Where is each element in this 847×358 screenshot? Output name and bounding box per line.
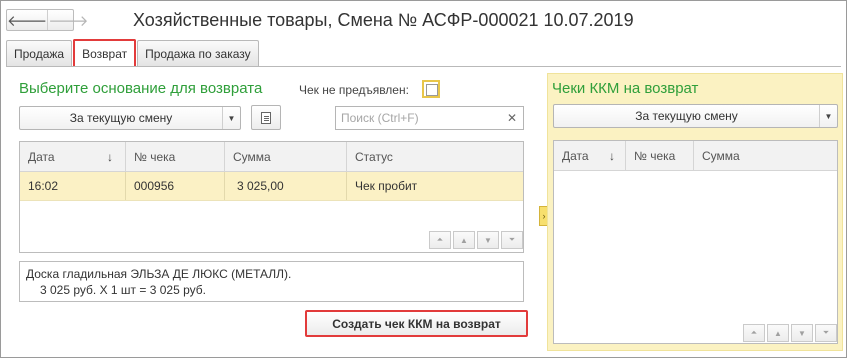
row-date: 16:02 bbox=[20, 172, 126, 200]
column-receipt-number[interactable]: № чека bbox=[626, 141, 694, 170]
forward-arrow-icon[interactable]: 🡒 bbox=[47, 10, 88, 30]
window: 🡐 🡒 Хозяйственные товары, Смена № АСФР-0… bbox=[0, 0, 847, 358]
row-receipt-number: 000956 bbox=[126, 172, 225, 200]
chevron-down-icon[interactable]: ▼ bbox=[819, 105, 837, 127]
column-date-label: Дата bbox=[562, 148, 589, 163]
chevron-down-icon[interactable]: ▼ bbox=[222, 107, 240, 129]
column-date[interactable]: Дата ↓ bbox=[554, 141, 626, 170]
return-basis-heading: Выберите основание для возврата bbox=[19, 80, 263, 97]
item-details: Доска гладильная ЭЛЬЗА ДЕ ЛЮКС (МЕТАЛЛ).… bbox=[19, 261, 524, 302]
return-receipts-heading: Чеки ККМ на возврат bbox=[552, 80, 699, 97]
tab-divider bbox=[6, 66, 841, 67]
row-amount: 3 025,00 bbox=[225, 172, 347, 200]
right-table-pager: ⏶ ▲ ▼ ⏷ bbox=[741, 324, 837, 344]
receipt-not-presented-label: Чек не предъявлен: bbox=[299, 83, 409, 97]
page-up-icon[interactable]: ▲ bbox=[453, 231, 475, 249]
column-status[interactable]: Статус bbox=[347, 142, 523, 171]
first-page-icon[interactable]: ⏶ bbox=[743, 324, 765, 342]
search-field: ✕ bbox=[335, 106, 524, 130]
sort-down-icon: ↓ bbox=[107, 150, 113, 164]
navigation-buttons: 🡐 🡒 bbox=[6, 9, 88, 31]
document-button[interactable] bbox=[251, 105, 281, 130]
window-title: Хозяйственные товары, Смена № АСФР-00002… bbox=[133, 10, 634, 30]
page-down-icon[interactable]: ▼ bbox=[477, 231, 499, 249]
search-input[interactable] bbox=[336, 107, 501, 129]
column-date[interactable]: Дата ↓ bbox=[20, 142, 126, 171]
tab-sale-by-order[interactable]: Продажа по заказу bbox=[137, 40, 259, 66]
row-status: Чек пробит bbox=[355, 179, 418, 193]
last-page-icon[interactable]: ⏷ bbox=[501, 231, 523, 249]
shift-period-select[interactable]: За текущую смену ▼ bbox=[19, 106, 241, 130]
tab-bar: Продажа Возврат Продажа по заказу bbox=[6, 39, 260, 67]
right-shift-period-select[interactable]: За текущую смену ▼ bbox=[553, 104, 838, 128]
receipt-not-presented-checkbox[interactable] bbox=[422, 80, 440, 98]
first-page-icon[interactable]: ⏶ bbox=[429, 231, 451, 249]
page-down-icon[interactable]: ▼ bbox=[791, 324, 813, 342]
details-line-1: Доска гладильная ЭЛЬЗА ДЕ ЛЮКС (МЕТАЛЛ). bbox=[26, 267, 292, 281]
back-arrow-icon[interactable]: 🡐 bbox=[7, 10, 47, 30]
table-row[interactable]: 16:02 000956 3 025,00 Чек пробит bbox=[20, 172, 523, 201]
create-return-receipt-button[interactable]: Создать чек ККМ на возврат bbox=[305, 310, 528, 337]
sort-down-icon: ↓ bbox=[609, 149, 615, 163]
right-shift-period-value: За текущую смену bbox=[635, 109, 738, 123]
column-date-label: Дата bbox=[28, 149, 55, 164]
column-receipt-number[interactable]: № чека bbox=[126, 142, 225, 171]
column-amount[interactable]: Сумма bbox=[694, 141, 837, 170]
tab-return[interactable]: Возврат bbox=[73, 39, 137, 66]
table-header: Дата ↓ № чека Сумма bbox=[554, 141, 837, 171]
last-page-icon[interactable]: ⏷ bbox=[815, 324, 837, 342]
column-amount[interactable]: Сумма bbox=[225, 142, 347, 171]
clear-icon[interactable]: ✕ bbox=[501, 107, 523, 129]
page-up-icon[interactable]: ▲ bbox=[767, 324, 789, 342]
tab-sale[interactable]: Продажа bbox=[6, 40, 73, 66]
document-icon bbox=[261, 111, 271, 124]
details-line-2: 3 025 руб. X 1 шт = 3 025 руб. bbox=[40, 283, 206, 297]
return-receipts-table: Дата ↓ № чека Сумма bbox=[553, 140, 838, 344]
table-header: Дата ↓ № чека Сумма Статус bbox=[20, 142, 523, 172]
table-pager: ⏶ ▲ ▼ ⏷ bbox=[427, 231, 523, 251]
shift-period-value: За текущую смену bbox=[69, 111, 173, 125]
